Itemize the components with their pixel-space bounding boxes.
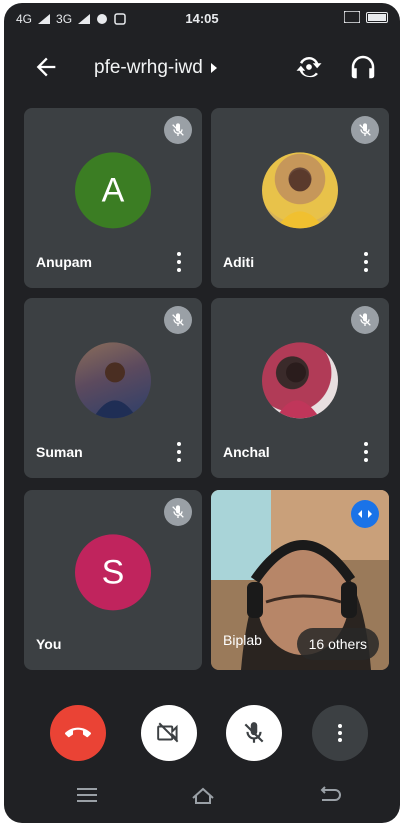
avatar-photo	[262, 152, 338, 229]
mic-off-icon	[172, 123, 184, 136]
meeting-code: pfe-wrhg-iwd	[94, 57, 203, 78]
participant-name: Anchal	[223, 444, 270, 460]
data-icon	[344, 11, 360, 23]
avatar: A	[75, 152, 151, 229]
phone-screen: 4G 3G 14:05 pfe-wrhg-iwd A Anupam Aditi …	[4, 3, 400, 823]
mic-muted-badge	[351, 306, 379, 334]
avatar-photo	[75, 342, 151, 419]
participant-name: Suman	[36, 444, 83, 460]
person-photo-icon	[276, 362, 320, 419]
system-nav-bar	[4, 768, 400, 823]
caret-right-icon	[210, 63, 217, 73]
participant-name: Anupam	[36, 254, 92, 270]
avatar-photo	[262, 342, 338, 419]
expand-badge[interactable]	[351, 500, 379, 528]
mic-off-icon	[244, 722, 264, 743]
mic-muted-badge	[164, 306, 192, 334]
more-vert-icon[interactable]	[174, 250, 184, 274]
meeting-header: pfe-wrhg-iwd	[4, 43, 400, 93]
participant-tile-you[interactable]: S You	[24, 490, 202, 670]
mic-off-icon	[359, 313, 371, 326]
participant-tile-anchal[interactable]: Anchal	[211, 298, 389, 478]
mic-off-icon	[359, 123, 371, 136]
participant-name: You	[36, 636, 62, 652]
videocam-off-icon	[157, 722, 179, 743]
person-photo-icon	[93, 362, 137, 419]
meeting-code-button[interactable]: pfe-wrhg-iwd	[94, 57, 217, 79]
person-photo-icon	[276, 169, 324, 229]
camera-off-button[interactable]	[141, 705, 197, 761]
back-arrow-icon[interactable]	[32, 53, 60, 81]
status-time: 14:05	[185, 11, 219, 26]
more-vert-icon[interactable]	[361, 440, 371, 464]
headphones-icon[interactable]	[348, 52, 378, 82]
call-controls	[4, 703, 400, 773]
mic-muted-badge	[351, 116, 379, 144]
home-icon[interactable]	[190, 784, 216, 806]
avatar-initial: S	[101, 552, 125, 591]
end-call-button[interactable]	[50, 705, 106, 761]
back-icon[interactable]	[316, 784, 342, 806]
expand-arrows-icon	[358, 510, 372, 518]
participant-tile-anupam[interactable]: A Anupam	[24, 108, 202, 288]
mic-muted-badge	[164, 498, 192, 526]
mic-muted-badge	[164, 116, 192, 144]
avatar-initial: A	[101, 170, 125, 209]
others-label: 16 others	[308, 636, 367, 652]
mic-off-icon	[172, 505, 184, 518]
avatar: S	[75, 534, 151, 611]
participant-name: Aditi	[223, 254, 255, 270]
status-bar: 4G 3G 14:05	[4, 3, 400, 33]
more-vert-icon[interactable]	[174, 440, 184, 464]
more-vert-icon[interactable]	[361, 250, 371, 274]
menu-icon[interactable]	[74, 784, 100, 806]
switch-camera-icon[interactable]	[294, 52, 324, 82]
mic-off-icon	[172, 313, 184, 326]
participant-tile-suman[interactable]: Suman	[24, 298, 202, 478]
participant-video-biplab[interactable]: Biplab 16 others	[211, 490, 389, 670]
more-options-button[interactable]	[312, 705, 368, 761]
status-right	[344, 11, 388, 23]
more-vert-icon	[335, 722, 345, 744]
mic-off-button[interactable]	[226, 705, 282, 761]
phone-hangup-icon	[65, 727, 91, 738]
participant-tile-aditi[interactable]: Aditi	[211, 108, 389, 288]
battery-icon	[366, 11, 388, 23]
participant-name: Biplab	[223, 632, 262, 648]
others-count-pill[interactable]: 16 others	[296, 628, 379, 660]
